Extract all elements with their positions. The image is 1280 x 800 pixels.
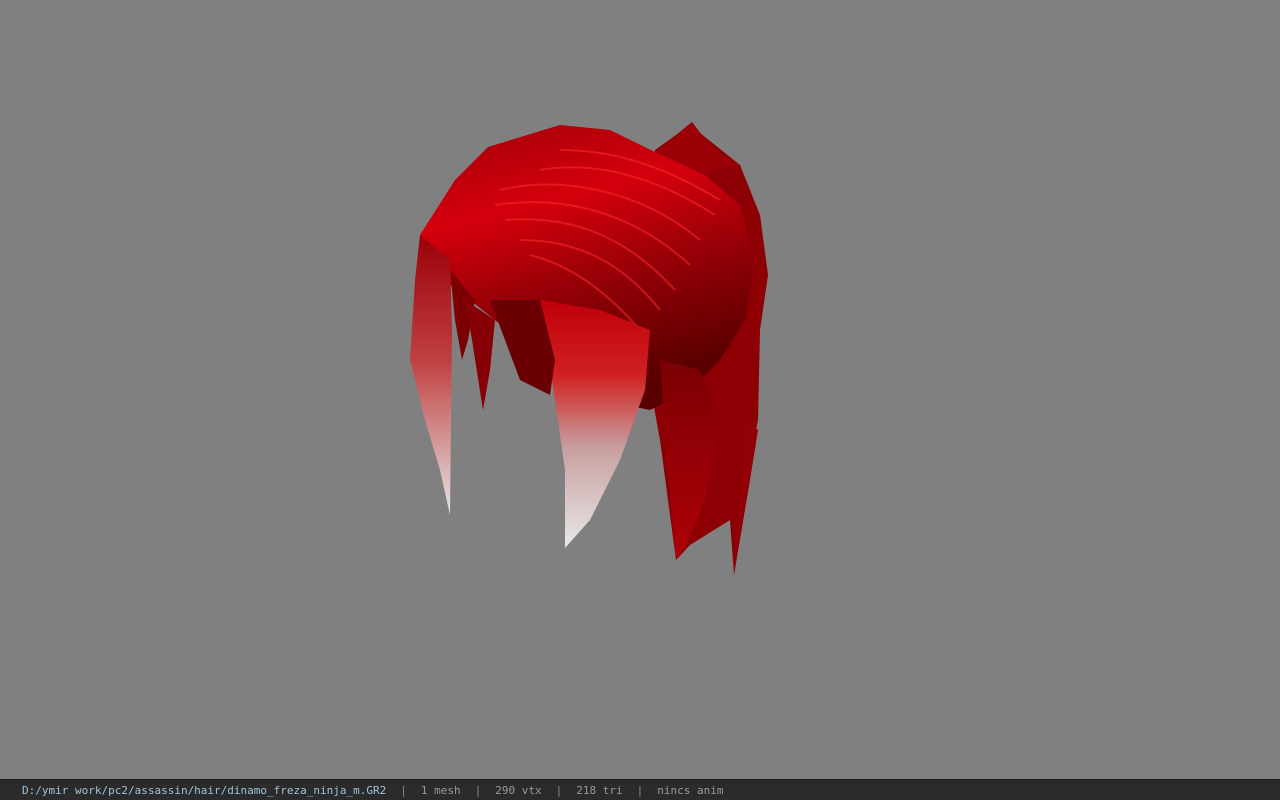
vertex-count-label: 290 vtx <box>495 783 542 797</box>
hair-model-render[interactable] <box>0 0 1280 779</box>
separator: | <box>474 783 482 797</box>
mesh-count-label: 1 mesh <box>420 783 461 797</box>
status-bar: D:/ymir work/pc2/assassin/hair/dinamo_fr… <box>0 779 1280 800</box>
animation-status-label: nincs anim <box>657 783 724 797</box>
separator: | <box>400 783 407 797</box>
triangle-count-label: 218 tri <box>576 783 623 797</box>
hair-front-bang <box>540 300 650 548</box>
separator: | <box>636 783 644 797</box>
separator: | <box>555 783 563 797</box>
file-path-label: D:/ymir work/pc2/assassin/hair/dinamo_fr… <box>22 783 387 797</box>
3d-viewport[interactable] <box>0 0 1280 779</box>
hair-left-sideburn <box>410 235 452 515</box>
hair-left-strand-2 <box>465 300 495 410</box>
